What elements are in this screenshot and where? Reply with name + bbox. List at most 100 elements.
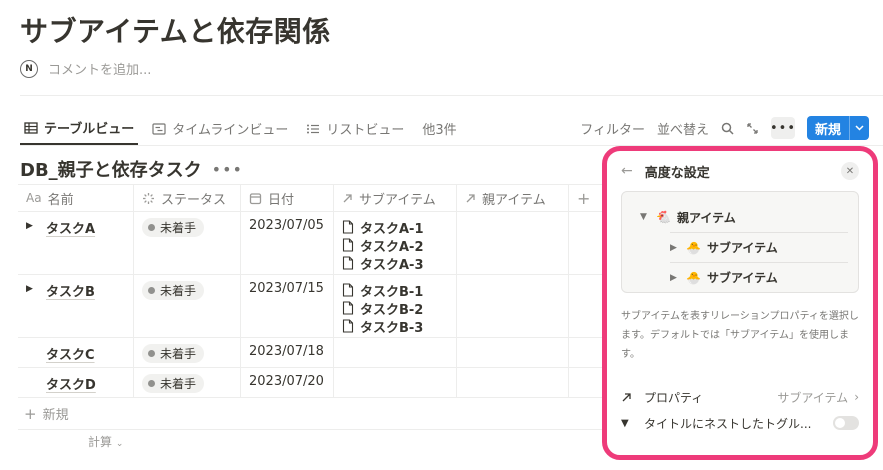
- page-icon: [342, 256, 354, 270]
- subitem-label: タスクB-3: [360, 320, 424, 336]
- add-row-button[interactable]: + 新規: [18, 398, 608, 430]
- name-cell[interactable]: タスクC: [18, 338, 134, 367]
- name-cell[interactable]: タスクD: [18, 368, 134, 397]
- expand-icon[interactable]: [746, 122, 759, 135]
- column-header-parent[interactable]: 親アイテム: [457, 185, 569, 211]
- column-label: 日付: [268, 192, 295, 208]
- tab-more-views[interactable]: 他3件: [418, 112, 460, 145]
- relation-arrow-icon: [343, 193, 352, 202]
- status-cell[interactable]: 未着手: [134, 368, 241, 397]
- advanced-settings-panel: ← 高度な設定 ✕ ▼ 🐔 親アイテム ▶ 🐣 サブアイテム ▶ 🐣 サブアイテ…: [602, 146, 878, 460]
- database-table: Aa 名前 ステータス 日付 サブアイテム 親アイテム + ▶ タスクA 未着手…: [18, 184, 608, 430]
- subitems-cell[interactable]: タスクB-1 タスクB-2 タスクB-3: [334, 275, 457, 337]
- panel-description: サブアイテムを表すリレーションプロパティを選択します。デフォルトでは「サブアイテ…: [621, 311, 859, 360]
- parent-cell[interactable]: [457, 275, 569, 337]
- date-cell[interactable]: 2023/07/05: [241, 212, 334, 274]
- column-label: 親アイテム: [482, 192, 546, 208]
- search-icon[interactable]: [721, 122, 734, 135]
- page-icon: [342, 301, 354, 315]
- chevron-down-icon[interactable]: [849, 116, 869, 140]
- caret-down-icon: ▼: [640, 212, 647, 222]
- subitems-cell[interactable]: [334, 338, 457, 367]
- task-name[interactable]: タスクC: [46, 344, 95, 363]
- table-icon: [24, 121, 38, 134]
- status-badge: 未着手: [142, 281, 205, 300]
- table-row[interactable]: タスクC 未着手 2023/07/18: [18, 338, 608, 368]
- status-cell[interactable]: 未着手: [134, 212, 241, 274]
- subitems-cell[interactable]: タスクA-1 タスクA-2 タスクA-3: [334, 212, 457, 274]
- preview-child: ▶ 🐣 サブアイテム: [670, 262, 848, 292]
- calculate-button[interactable]: 計算 ⌄: [88, 433, 123, 450]
- comment-row[interactable]: N コメントを追加...: [20, 59, 151, 78]
- subitem-link[interactable]: タスクA-3: [342, 254, 448, 273]
- column-header-subitems[interactable]: サブアイテム: [334, 185, 457, 211]
- subitem-link[interactable]: タスクA-2: [342, 236, 448, 255]
- task-name[interactable]: タスクB: [46, 281, 95, 300]
- expand-triangle-icon[interactable]: ▶: [26, 281, 38, 294]
- table-row[interactable]: ▶ タスクA 未着手 2023/07/05 タスクA-1 タスクA-2 タスクA…: [18, 212, 608, 275]
- status-text: 未着手: [160, 284, 197, 298]
- more-dots-icon[interactable]: •••: [212, 160, 243, 179]
- tab-timeline-view[interactable]: タイムラインビュー: [148, 112, 292, 145]
- status-text: 未着手: [160, 221, 197, 235]
- nested-toggle-row[interactable]: ▼ タイトルにネストしたトグル...: [621, 410, 859, 436]
- task-name[interactable]: タスクA: [46, 218, 95, 237]
- back-arrow-icon[interactable]: ←: [621, 163, 633, 179]
- preview-child-label: サブアイテム: [706, 271, 778, 285]
- chevron-down-icon: ⌄: [115, 439, 124, 449]
- add-row-label: 新規: [42, 408, 69, 423]
- page-icon: [342, 220, 354, 234]
- parent-cell[interactable]: [457, 212, 569, 274]
- tab-table-view[interactable]: テーブルビュー: [20, 112, 139, 145]
- toggle-switch[interactable]: [833, 416, 859, 430]
- subitem-label: タスクA-2: [360, 239, 424, 255]
- page-icon: [342, 283, 354, 297]
- tab-list-view[interactable]: リストビュー: [302, 112, 408, 145]
- close-icon[interactable]: ✕: [841, 162, 859, 180]
- page-title: サブアイテムと依存関係: [20, 15, 331, 48]
- status-badge: 未着手: [142, 374, 205, 393]
- name-cell[interactable]: ▶ タスクA: [18, 212, 134, 274]
- table-row[interactable]: ▶ タスクB 未着手 2023/07/15 タスクB-1 タスクB-2 タスクB…: [18, 275, 608, 338]
- date-cell[interactable]: 2023/07/18: [241, 338, 334, 367]
- database-title: DB_親子と依存タスク •••: [20, 156, 243, 182]
- column-header-date[interactable]: 日付: [241, 185, 334, 211]
- status-text: 未着手: [160, 347, 197, 361]
- column-header-name[interactable]: Aa 名前: [18, 185, 134, 211]
- subitem-link[interactable]: タスクB-3: [342, 317, 448, 336]
- expand-triangle-icon[interactable]: ▶: [26, 218, 38, 231]
- property-value[interactable]: サブアイテム ›: [777, 389, 859, 406]
- status-cell[interactable]: 未着手: [134, 338, 241, 367]
- avatar: N: [20, 59, 38, 78]
- timeline-icon: [152, 122, 166, 135]
- property-select-row[interactable]: プロパティ サブアイテム ›: [621, 384, 859, 410]
- subitems-cell[interactable]: [334, 368, 457, 397]
- subitem-link[interactable]: タスクB-2: [342, 299, 448, 318]
- status-badge: 未着手: [142, 218, 205, 237]
- task-name[interactable]: タスクD: [46, 374, 96, 393]
- date-cell[interactable]: 2023/07/15: [241, 275, 334, 337]
- database-title-text[interactable]: DB_親子と依存タスク: [20, 156, 202, 182]
- status-badge: 未着手: [142, 344, 205, 363]
- column-header-status[interactable]: ステータス: [134, 185, 241, 211]
- status-cell[interactable]: 未着手: [134, 275, 241, 337]
- divider: [20, 95, 883, 96]
- name-cell[interactable]: ▶ タスクB: [18, 275, 134, 337]
- parent-cell[interactable]: [457, 368, 569, 397]
- calc-label: 計算: [88, 435, 113, 449]
- table-row[interactable]: タスクD 未着手 2023/07/20: [18, 368, 608, 398]
- more-options-button[interactable]: •••: [770, 117, 795, 139]
- plus-icon: +: [577, 188, 591, 208]
- panel-header: ← 高度な設定 ✕: [621, 151, 859, 191]
- sort-button[interactable]: 並べ替え: [657, 119, 709, 138]
- parent-cell[interactable]: [457, 338, 569, 367]
- subitem-link[interactable]: タスクA-1: [342, 218, 448, 237]
- subitem-link[interactable]: タスクB-1: [342, 281, 448, 300]
- subitem-label: タスクA-1: [360, 221, 424, 237]
- caret-down-icon: ▼: [621, 417, 629, 429]
- filter-button[interactable]: フィルター: [580, 119, 645, 138]
- comment-placeholder[interactable]: コメントを追加...: [48, 59, 151, 78]
- date-cell[interactable]: 2023/07/20: [241, 368, 334, 397]
- text-property-icon: Aa: [26, 191, 42, 205]
- new-button[interactable]: 新規: [807, 116, 849, 140]
